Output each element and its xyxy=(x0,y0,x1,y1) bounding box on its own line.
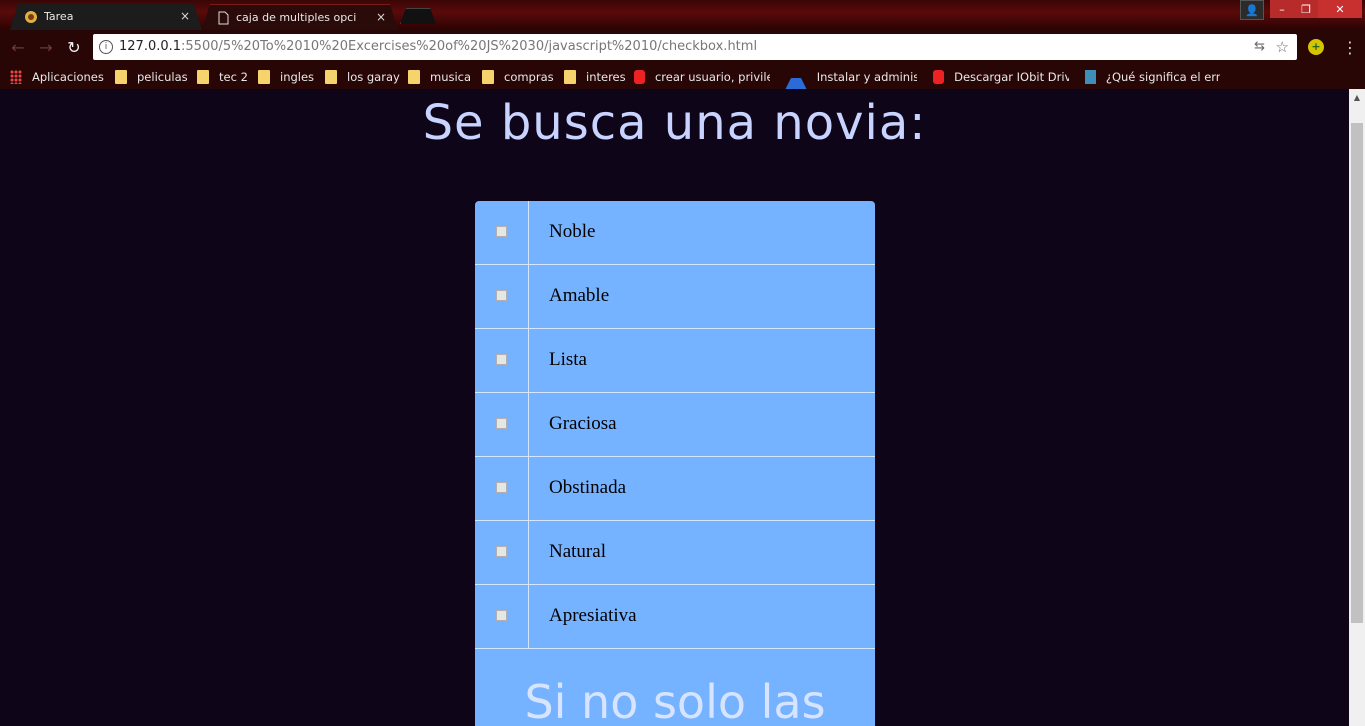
browser-toolbar: ← → ↻ i 127.0.0.1:5500/5%20To%2010%20Exc… xyxy=(0,30,1365,64)
option-row[interactable]: Obstinada xyxy=(475,457,875,521)
option-label[interactable]: Apresiativa xyxy=(549,605,637,627)
bookmarks-bar: Aplicaciones peliculas tec 2 ingles los … xyxy=(0,64,1365,90)
bookmark-tec-2[interactable]: tec 2 xyxy=(197,69,248,85)
checkbox-cell xyxy=(475,265,529,328)
option-row[interactable]: Amable xyxy=(475,265,875,329)
bookmark-ingles[interactable]: ingles xyxy=(258,69,314,85)
checkbox-cell xyxy=(475,393,529,456)
option-label[interactable]: Lista xyxy=(549,349,587,371)
tab-tarea[interactable]: Tarea × xyxy=(10,4,202,30)
bookmark-star-icon[interactable]: ☆ xyxy=(1276,38,1289,56)
option-row[interactable]: Apresiativa xyxy=(475,585,875,649)
tab-title: caja de multiples opcion xyxy=(236,11,356,24)
folder-icon xyxy=(564,70,576,84)
reload-button[interactable]: ↻ xyxy=(64,37,84,57)
page-title: Se busca una novia: xyxy=(422,95,927,151)
page-viewport: Se busca una novia: Noble Amable Lista G… xyxy=(0,89,1349,726)
tab-strip: Tarea × caja de multiples opcion × 👤 – ❐… xyxy=(0,0,1365,30)
option-row[interactable]: Graciosa xyxy=(475,393,875,457)
page-favicon-icon xyxy=(218,11,229,25)
translate-icon[interactable]: ⇆ xyxy=(1254,39,1265,54)
youtube-icon xyxy=(634,70,645,84)
bookmark-que-significa[interactable]: ¿Qué significa el error xyxy=(1085,69,1220,85)
options-panel: Noble Amable Lista Graciosa Obstinada Na… xyxy=(475,201,875,726)
scroll-thumb[interactable] xyxy=(1351,123,1363,623)
maximize-button[interactable]: ❐ xyxy=(1294,0,1318,18)
checkbox-cell xyxy=(475,585,529,648)
folder-icon xyxy=(197,70,209,84)
azure-icon xyxy=(785,64,807,90)
tab-checkbox[interactable]: caja de multiples opcion × xyxy=(202,4,398,30)
document-icon xyxy=(1085,70,1096,84)
footer-message: Si no solo las xyxy=(524,675,826,726)
option-checkbox[interactable] xyxy=(496,226,507,237)
option-checkbox[interactable] xyxy=(496,610,507,621)
checkbox-cell xyxy=(475,457,529,520)
checkbox-cell xyxy=(475,329,529,392)
menu-icon[interactable]: ⋮ xyxy=(1342,38,1358,57)
bookmark-peliculas[interactable]: peliculas xyxy=(115,69,188,85)
bookmark-compras[interactable]: compras xyxy=(482,69,554,85)
bookmark-crear-usuario[interactable]: crear usuario, privileg xyxy=(634,69,770,85)
option-label[interactable]: Amable xyxy=(549,285,609,307)
option-label[interactable]: Noble xyxy=(549,221,595,243)
option-label[interactable]: Natural xyxy=(549,541,606,563)
minimize-button[interactable]: – xyxy=(1270,0,1294,18)
extension-icon[interactable]: + xyxy=(1308,39,1324,55)
option-checkbox[interactable] xyxy=(496,290,507,301)
folder-icon xyxy=(115,70,127,84)
new-tab-button[interactable] xyxy=(400,8,436,24)
tarea-favicon-icon xyxy=(25,11,37,23)
bookmark-aplicaciones[interactable]: Aplicaciones xyxy=(10,69,104,85)
bookmark-musica[interactable]: musica xyxy=(408,69,471,85)
option-label[interactable]: Obstinada xyxy=(549,477,626,499)
user-profile-icon[interactable]: 👤 xyxy=(1240,0,1264,20)
folder-icon xyxy=(408,70,420,84)
option-checkbox[interactable] xyxy=(496,354,507,365)
url-host: 127.0.0.1 xyxy=(119,39,182,54)
back-button[interactable]: ← xyxy=(8,37,28,57)
tab-title: Tarea xyxy=(44,10,74,23)
apps-icon xyxy=(10,70,22,84)
forward-button[interactable]: → xyxy=(36,37,56,57)
bookmark-interes[interactable]: interes xyxy=(564,69,626,85)
option-checkbox[interactable] xyxy=(496,418,507,429)
checkbox-cell xyxy=(475,521,529,584)
url-path: :5500/5%20To%2010%20Excercises%20of%20JS… xyxy=(181,39,758,54)
bookmark-descargar-iobit[interactable]: Descargar IObit Drive xyxy=(933,69,1069,85)
option-checkbox[interactable] xyxy=(496,546,507,557)
tab-close-icon[interactable]: × xyxy=(376,10,386,24)
option-checkbox[interactable] xyxy=(496,482,507,493)
youtube-icon xyxy=(933,70,945,84)
site-info-icon[interactable]: i xyxy=(99,40,113,54)
scroll-up-arrow-icon[interactable]: ▲ xyxy=(1349,89,1365,107)
address-bar[interactable]: i 127.0.0.1:5500/5%20To%2010%20Excercise… xyxy=(93,34,1297,60)
bookmark-instalar[interactable]: Instalar y administrar xyxy=(785,69,917,90)
folder-icon xyxy=(258,70,270,84)
vertical-scrollbar[interactable]: ▲ xyxy=(1349,89,1365,726)
close-window-button[interactable]: ✕ xyxy=(1318,0,1362,18)
bookmark-los-garay[interactable]: los garay xyxy=(325,69,400,85)
option-row[interactable]: Natural xyxy=(475,521,875,585)
folder-icon xyxy=(482,70,494,84)
url-text[interactable]: 127.0.0.1:5500/5%20To%2010%20Excercises%… xyxy=(119,39,757,54)
checkbox-cell xyxy=(475,201,529,264)
folder-icon xyxy=(325,70,337,84)
tab-close-icon[interactable]: × xyxy=(180,9,190,23)
option-row[interactable]: Noble xyxy=(475,201,875,265)
option-label[interactable]: Graciosa xyxy=(549,413,617,435)
option-row[interactable]: Lista xyxy=(475,329,875,393)
